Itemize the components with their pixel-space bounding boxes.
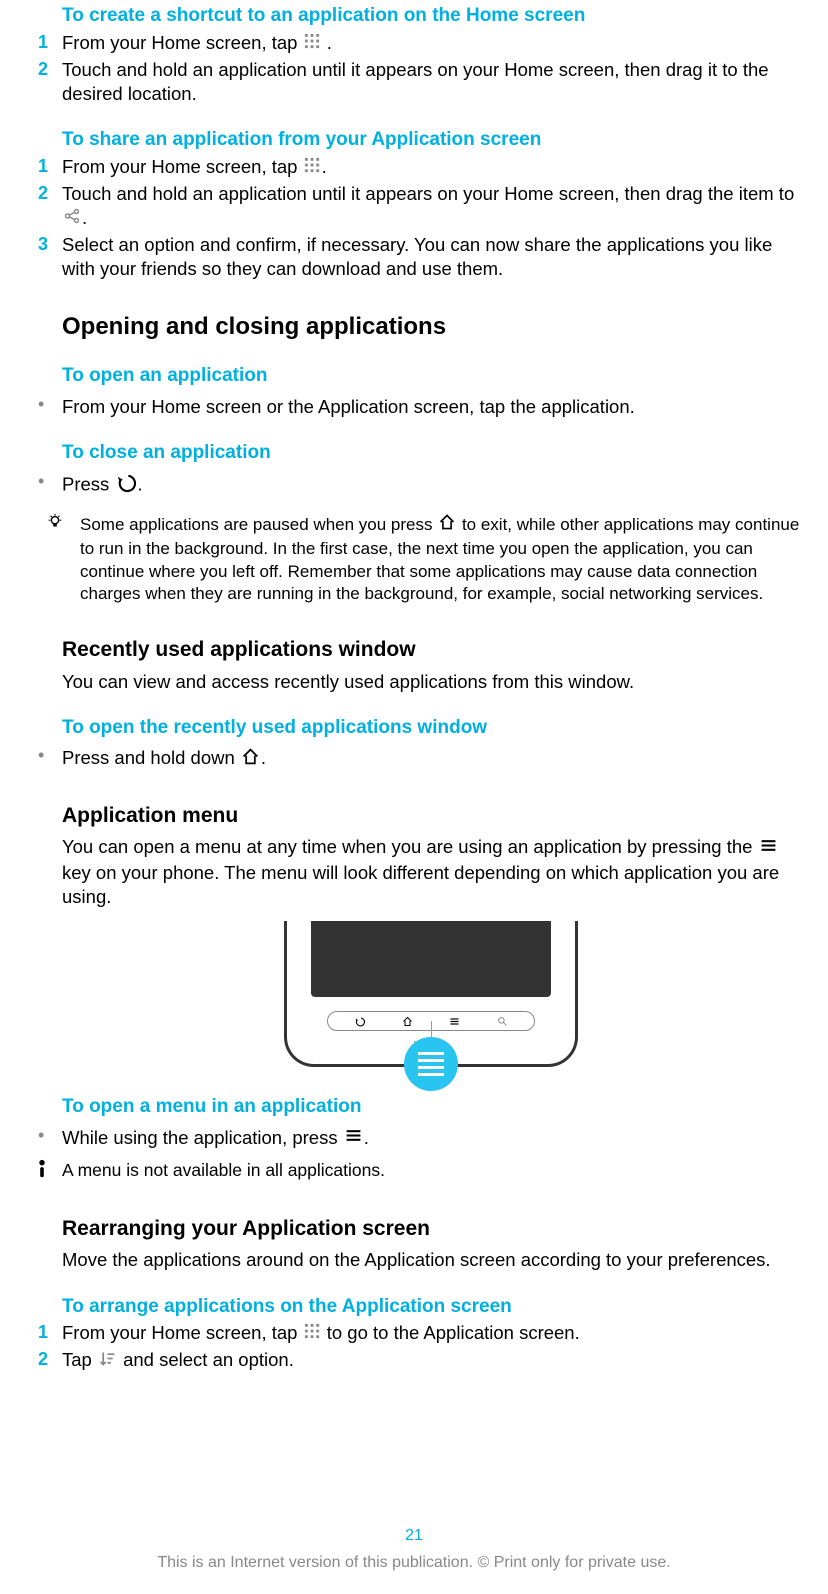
- step: 2 Touch and hold an application until it…: [62, 182, 800, 231]
- text: While using the application, press: [62, 1127, 343, 1148]
- note-text: A menu is not available in all applicati…: [62, 1159, 385, 1185]
- sort-icon: [98, 1349, 117, 1374]
- heading-open-recent: To open the recently used applications w…: [62, 716, 800, 741]
- text: key on your phone. The menu will look di…: [62, 862, 779, 907]
- footer-text: This is an Internet version of this publ…: [0, 1553, 828, 1574]
- search-icon: [497, 1016, 508, 1027]
- back-icon: [354, 1016, 365, 1027]
- menu-callout-icon: [404, 1037, 458, 1091]
- step: 1 From your Home screen, tap .: [62, 31, 800, 56]
- phone-screen: [311, 921, 551, 997]
- apps-grid-icon: [304, 156, 321, 180]
- step-number: 1: [38, 1321, 62, 1346]
- home-icon: [438, 513, 456, 538]
- bullet: • From your Home screen or the Applicati…: [62, 395, 800, 419]
- step-text: From your Home screen, tap .: [62, 31, 800, 56]
- bullet-text: From your Home screen or the Application…: [62, 395, 635, 419]
- heading-open-app: To open an application: [62, 364, 800, 389]
- text: Press: [62, 473, 114, 494]
- text: Tap: [62, 1349, 97, 1370]
- menu-icon: [344, 1126, 363, 1151]
- heading-rearranging: Rearranging your Application screen: [62, 1215, 800, 1242]
- text: .: [137, 473, 142, 494]
- step: 2 Tap and select an option.: [62, 1348, 800, 1374]
- step-number: 2: [38, 182, 62, 231]
- bullet: • While using the application, press .: [62, 1126, 800, 1152]
- step-text: Tap and select an option.: [62, 1348, 800, 1374]
- paragraph: You can view and access recently used ap…: [62, 670, 800, 694]
- text: From your Home screen, tap: [62, 156, 303, 177]
- step: 2 Touch and hold an application until it…: [62, 58, 800, 106]
- heading-shortcut: To create a shortcut to an application o…: [62, 4, 800, 29]
- apps-grid-icon: [304, 32, 321, 56]
- text: .: [261, 747, 266, 768]
- text: and select an option.: [123, 1349, 294, 1370]
- text: Some applications are paused when you pr…: [80, 515, 437, 534]
- tip: Some applications are paused when you pr…: [62, 513, 800, 607]
- bullet-dot-icon: •: [38, 395, 62, 419]
- heading-share: To share an application from your Applic…: [62, 128, 800, 153]
- page-number: 21: [0, 1526, 828, 1547]
- text: to go to the Application screen.: [327, 1322, 580, 1343]
- tip-text: Some applications are paused when you pr…: [74, 513, 800, 607]
- bullet-dot-icon: •: [38, 472, 62, 499]
- bullet-text: Press .: [62, 472, 143, 499]
- bullet-dot-icon: •: [38, 1126, 62, 1152]
- bullet-text: Press and hold down .: [62, 746, 266, 772]
- page-footer: 21 This is an Internet version of this p…: [0, 1526, 828, 1574]
- step-text: From your Home screen, tap .: [62, 155, 800, 180]
- step: 1 From your Home screen, tap to go to th…: [62, 1321, 800, 1346]
- step: 1 From your Home screen, tap .: [62, 155, 800, 180]
- text: From your Home screen, tap: [62, 1322, 303, 1343]
- step-number: 1: [38, 155, 62, 180]
- note: A menu is not available in all applicati…: [62, 1159, 800, 1185]
- heading-arrange-apps: To arrange applications on the Applicati…: [62, 1295, 800, 1320]
- step-number: 2: [38, 58, 62, 106]
- heading-recent-apps: Recently used applications window: [62, 636, 800, 663]
- home-icon: [402, 1016, 413, 1027]
- step-number: 2: [38, 1348, 62, 1374]
- bullet-dot-icon: •: [38, 746, 62, 772]
- step: 3 Select an option and confirm, if neces…: [62, 233, 800, 281]
- bulb-icon: [46, 513, 74, 607]
- text: .: [82, 207, 87, 228]
- bullet-text: While using the application, press .: [62, 1126, 369, 1152]
- step-text: Touch and hold an application until it a…: [62, 182, 800, 231]
- share-icon: [63, 207, 81, 231]
- step-number: 3: [38, 233, 62, 281]
- bullet: • Press .: [62, 472, 800, 499]
- exclamation-icon: [38, 1159, 62, 1185]
- menu-icon: [449, 1016, 460, 1027]
- phone-illustration: XPER: [62, 921, 800, 1073]
- text: Press and hold down: [62, 747, 240, 768]
- heading-opening-closing: Opening and closing applications: [62, 311, 800, 342]
- heading-close-app: To close an application: [62, 441, 800, 466]
- paragraph: Move the applications around on the Appl…: [62, 1248, 800, 1272]
- text: You can open a menu at any time when you…: [62, 836, 758, 857]
- text: .: [322, 156, 327, 177]
- back-icon: [115, 472, 136, 499]
- text: From your Home screen, tap: [62, 32, 303, 53]
- text: Touch and hold an application until it a…: [62, 183, 794, 204]
- bullet: • Press and hold down .: [62, 746, 800, 772]
- menu-icon: [759, 836, 778, 861]
- paragraph: You can open a menu at any time when you…: [62, 835, 800, 909]
- home-icon: [241, 747, 260, 772]
- step-text: From your Home screen, tap to go to the …: [62, 1321, 800, 1346]
- apps-grid-icon: [304, 1322, 321, 1346]
- heading-open-menu: To open a menu in an application: [62, 1095, 800, 1120]
- text: .: [364, 1127, 369, 1148]
- step-text: Select an option and confirm, if necessa…: [62, 233, 800, 281]
- text: .: [327, 32, 332, 53]
- heading-app-menu: Application menu: [62, 802, 800, 829]
- step-number: 1: [38, 31, 62, 56]
- step-text: Touch and hold an application until it a…: [62, 58, 800, 106]
